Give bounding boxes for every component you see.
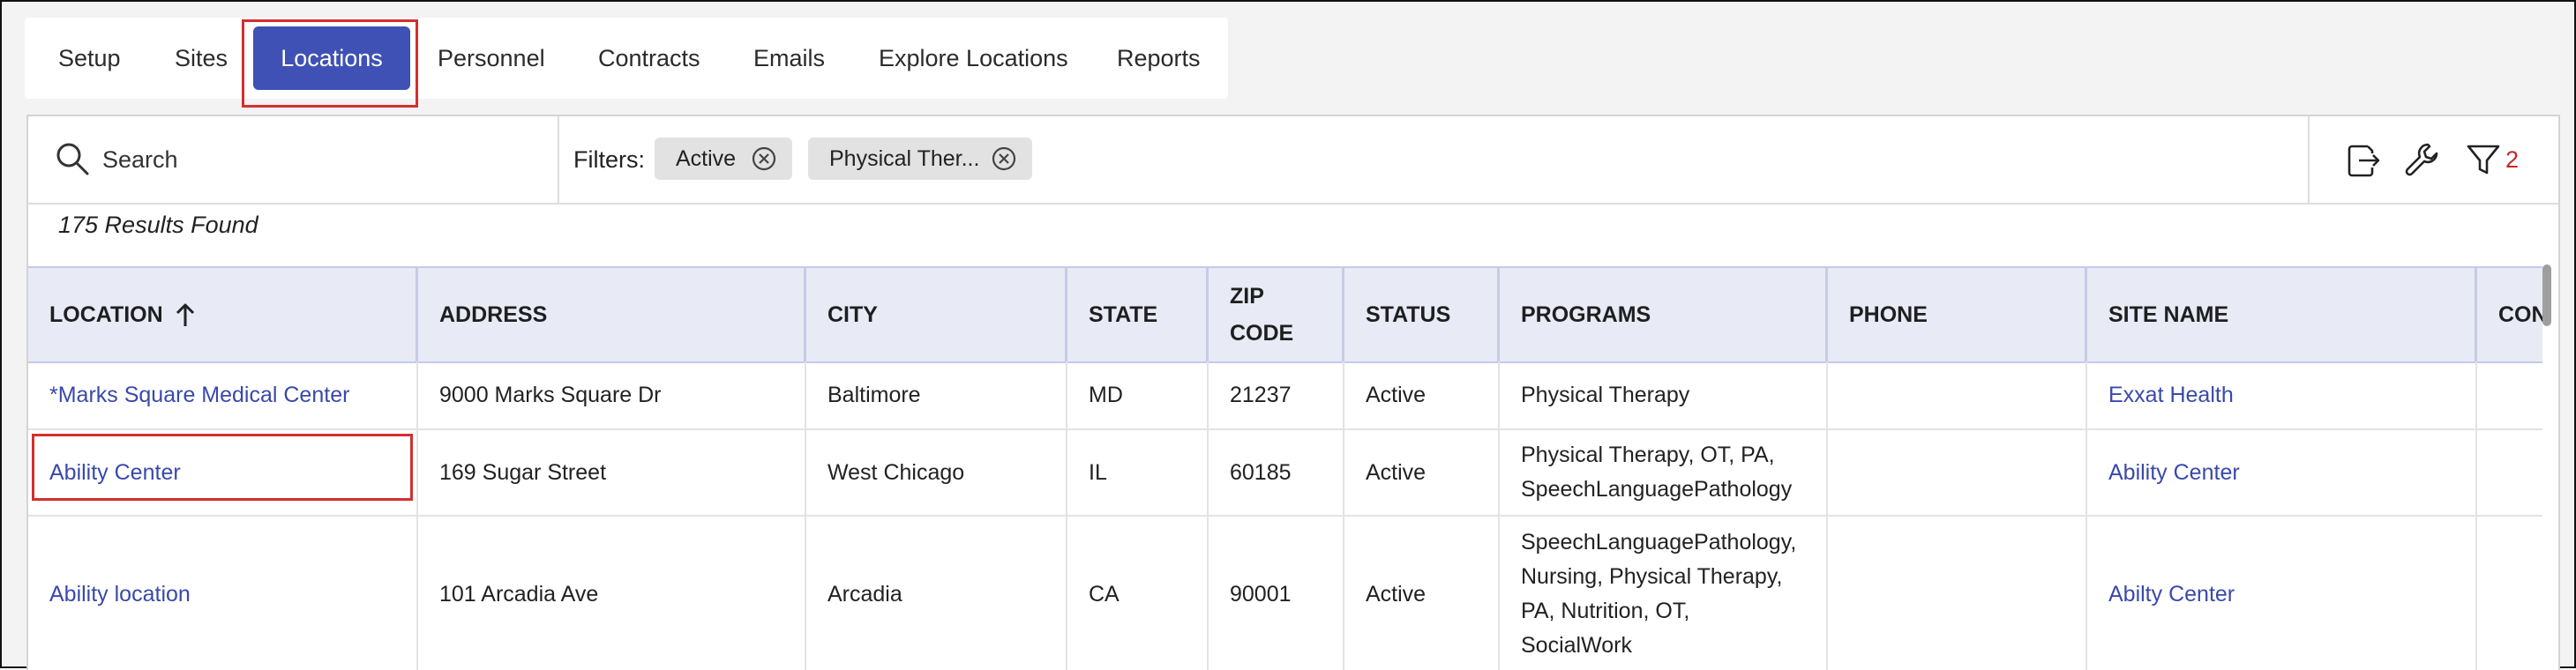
column-header-zip-code[interactable]: ZIP CODE <box>1209 268 1344 361</box>
locations-panel: Search Filters: Active Physical Ther... <box>26 115 2560 670</box>
app-frame: Setup Sites Locations Personnel Contract… <box>0 0 2576 670</box>
city-cell: Arcadia <box>806 517 1067 670</box>
program-line: Physical Therapy <box>1521 382 1690 407</box>
city-cell: West Chicago <box>806 430 1067 515</box>
highlight-box-locations-tab <box>242 19 418 108</box>
address-cell: 9000 Marks Square Dr <box>418 361 806 428</box>
programs-cell: Physical Therapy <box>1500 361 1828 428</box>
address-cell: 169 Sugar Street <box>418 430 806 515</box>
state-cell: IL <box>1067 430 1209 515</box>
sort-ascending-icon[interactable] <box>174 302 197 328</box>
phone-cell <box>1828 430 2087 515</box>
filter-chip-label: Physical Ther... <box>829 146 980 171</box>
tab-sites[interactable]: Sites <box>175 18 228 99</box>
status-cell: Active <box>1344 517 1500 670</box>
export-icon[interactable] <box>2341 139 2382 180</box>
filters-label: Filters: <box>573 146 645 173</box>
location-link[interactable]: Ability location <box>28 517 418 670</box>
column-header-phone[interactable]: PHONE <box>1828 268 2087 361</box>
column-header-address[interactable]: ADDRESS <box>418 268 806 361</box>
tab-contracts[interactable]: Contracts <box>598 18 700 99</box>
program-line: SpeechLanguagePathology <box>1521 477 1793 502</box>
remove-filter-icon[interactable] <box>752 146 776 171</box>
zip-cell: 21237 <box>1209 361 1344 428</box>
status-cell: Active <box>1344 430 1500 515</box>
toolbar: Search Filters: Active Physical Ther... <box>28 116 2558 205</box>
zip-cell: 90001 <box>1209 517 1344 670</box>
column-header-label: ZIP <box>1230 284 1264 309</box>
phone-cell <box>1828 517 2087 670</box>
tab-setup[interactable]: Setup <box>58 18 121 99</box>
highlight-box-ability-center <box>32 434 413 501</box>
search-icon <box>56 143 89 175</box>
programs-cell: Physical Therapy, OT, PA, SpeechLanguage… <box>1500 430 1828 515</box>
filter-chip-label: Active <box>676 146 737 171</box>
results-count: 175 Results Found <box>58 212 258 238</box>
tab-personnel[interactable]: Personnel <box>438 18 545 99</box>
program-line: Physical Therapy, OT, PA, <box>1521 443 1775 467</box>
contact-cell <box>2477 430 2542 515</box>
status-cell: Active <box>1344 361 1500 428</box>
table-row[interactable]: Ability location 101 Arcadia Ave Arcadia… <box>28 517 2542 670</box>
phone-cell <box>1828 361 2087 428</box>
filter-chip-active[interactable]: Active <box>655 138 792 180</box>
program-line: PA, Nutrition, OT, <box>1521 599 1690 623</box>
location-link[interactable]: *Marks Square Medical Center <box>28 361 418 428</box>
table-row[interactable]: *Marks Square Medical Center 9000 Marks … <box>28 361 2542 430</box>
state-cell: CA <box>1067 517 1209 670</box>
programs-cell: SpeechLanguagePathology, Nursing, Physic… <box>1500 517 1828 670</box>
active-filter-count[interactable]: 2 <box>2505 116 2519 203</box>
site-name-link[interactable]: Exxat Health <box>2087 361 2477 428</box>
program-line: SpeechLanguagePathology, <box>1521 530 1797 555</box>
column-header-city[interactable]: CITY <box>806 268 1067 361</box>
search-box[interactable]: Search <box>28 116 559 203</box>
program-line: Nursing, Physical Therapy, <box>1521 564 1783 589</box>
search-input[interactable]: Search <box>102 116 178 203</box>
column-header-label: CODE <box>1230 321 1294 346</box>
zip-cell: 60185 <box>1209 430 1344 515</box>
contact-cell <box>2477 517 2542 670</box>
column-header-programs[interactable]: PROGRAMS <box>1500 268 1828 361</box>
filter-icon[interactable] <box>2463 139 2504 180</box>
column-header-status[interactable]: STATUS <box>1344 268 1500 361</box>
site-name-link[interactable]: Ability Center <box>2087 430 2477 515</box>
filter-chip-physical-therapy[interactable]: Physical Ther... <box>808 138 1032 180</box>
wrench-icon[interactable] <box>2401 139 2442 180</box>
column-header-site-name[interactable]: SITE NAME <box>2087 268 2477 361</box>
table-header: LOCATION ADDRESS CITY STATE ZIP CODE STA… <box>28 266 2542 363</box>
tab-emails[interactable]: Emails <box>753 18 825 99</box>
state-cell: MD <box>1067 361 1209 428</box>
tab-bar: Setup Sites Locations Personnel Contract… <box>25 18 1228 99</box>
program-line: SocialWork <box>1521 633 1632 658</box>
column-header-location[interactable]: LOCATION <box>28 268 418 361</box>
column-header-state[interactable]: STATE <box>1067 268 1209 361</box>
tab-explore-locations[interactable]: Explore Locations <box>879 18 1068 99</box>
site-name-link[interactable]: Abilty Center <box>2087 517 2477 670</box>
vertical-scrollbar[interactable] <box>2542 264 2551 326</box>
contact-cell <box>2477 361 2542 428</box>
tab-reports[interactable]: Reports <box>1117 18 1201 99</box>
city-cell: Baltimore <box>806 361 1067 428</box>
address-cell: 101 Arcadia Ave <box>418 517 806 670</box>
column-header-label: LOCATION <box>49 302 163 327</box>
table-row[interactable]: Ability Center 169 Sugar Street West Chi… <box>28 430 2542 517</box>
column-header-contact[interactable]: CONT <box>2477 268 2542 361</box>
remove-filter-icon[interactable] <box>992 146 1016 171</box>
